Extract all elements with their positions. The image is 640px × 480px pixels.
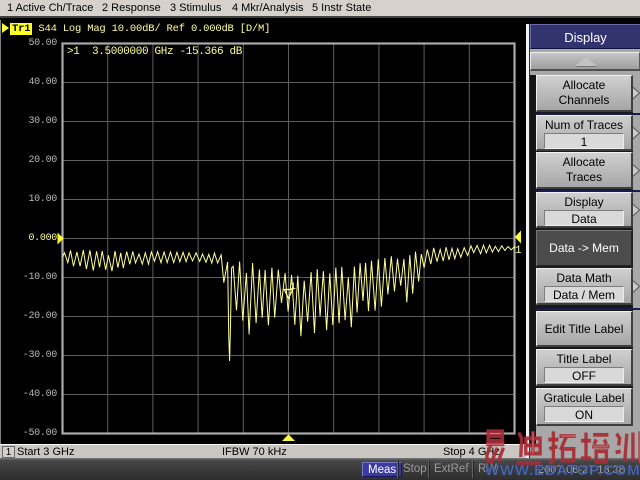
svg-text:1: 1 — [515, 245, 522, 257]
svg-text:1: 1 — [290, 282, 296, 293]
